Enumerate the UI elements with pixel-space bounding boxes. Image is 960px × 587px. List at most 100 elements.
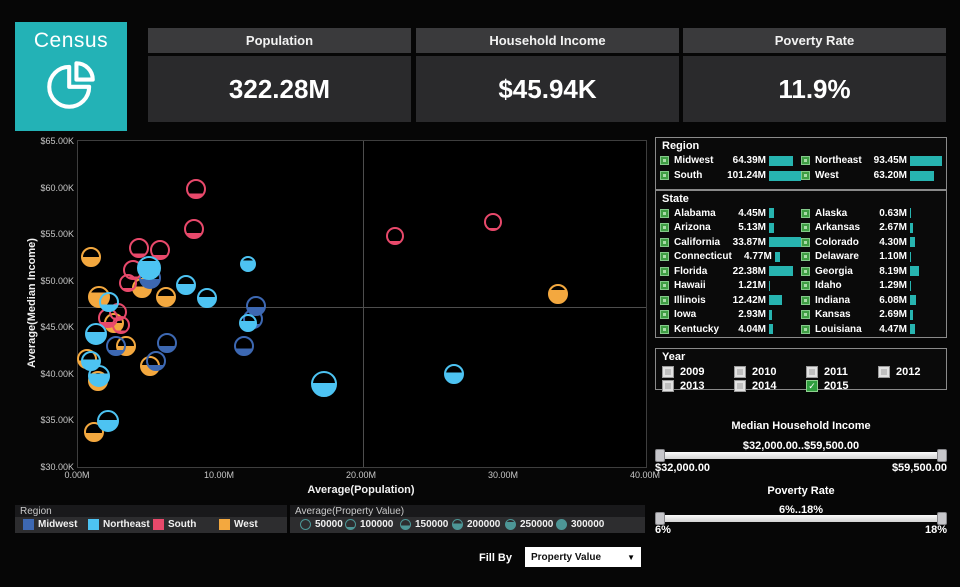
filter-item-florida[interactable]: Florida 22.38M: [660, 264, 801, 279]
checkbox-icon[interactable]: [801, 208, 810, 218]
legend-size-item-200000[interactable]: 200000: [452, 519, 500, 530]
filter-item-northeast[interactable]: Northeast 93.45M: [801, 153, 942, 168]
checkbox-icon[interactable]: [801, 295, 810, 305]
unchecked-checkbox-icon[interactable]: [662, 366, 674, 378]
scatter-point-south[interactable]: [111, 316, 130, 335]
checkbox-icon[interactable]: [660, 237, 669, 247]
checkbox-icon[interactable]: [801, 324, 810, 334]
filter-item-kentucky[interactable]: Kentucky 4.04M: [660, 322, 801, 337]
checkbox-icon[interactable]: [801, 156, 810, 165]
checkbox-icon[interactable]: [801, 171, 810, 180]
scatter-point-south[interactable]: [118, 273, 137, 292]
fill-by-dropdown[interactable]: Property Value ▼: [525, 547, 641, 567]
filter-item-louisiana[interactable]: Louisiana 4.47M: [801, 322, 942, 337]
income-slider-handle-right[interactable]: [937, 449, 947, 462]
scatter-point-south[interactable]: [483, 213, 502, 232]
year-checkbox-2015[interactable]: 2015: [806, 379, 878, 393]
income-slider-handle-left[interactable]: [655, 449, 665, 462]
legend-size-item-150000[interactable]: 150000: [400, 519, 448, 530]
scatter-point-northeast[interactable]: [85, 322, 108, 345]
checkbox-icon[interactable]: [660, 324, 669, 334]
poverty-slider-track[interactable]: [655, 512, 947, 525]
checkbox-icon[interactable]: [801, 310, 810, 320]
scatter-point-northeast[interactable]: [175, 275, 196, 296]
scatter-point-northeast[interactable]: [137, 255, 161, 280]
legend-size-item-300000[interactable]: 300000: [556, 519, 604, 530]
scatter-point-west[interactable]: [547, 283, 568, 304]
scatter-point-midwest[interactable]: [146, 350, 167, 371]
filter-item-colorado[interactable]: Colorado 4.30M: [801, 235, 942, 250]
scatter-point-midwest[interactable]: [157, 333, 178, 354]
scatter-point-south[interactable]: [129, 238, 150, 259]
filter-item-illinois[interactable]: Illinois 12.42M: [660, 293, 801, 308]
checkbox-icon[interactable]: [660, 281, 669, 291]
legend-item-west[interactable]: West: [219, 519, 258, 530]
checkbox-icon[interactable]: [660, 156, 669, 165]
unchecked-checkbox-icon[interactable]: [662, 380, 674, 392]
filter-item-alabama[interactable]: Alabama 4.45M: [660, 206, 801, 221]
filter-item-georgia[interactable]: Georgia 8.19M: [801, 264, 942, 279]
year-checkbox-2009[interactable]: 2009: [662, 365, 734, 379]
filter-item-arizona[interactable]: Arizona 5.13M: [660, 221, 801, 236]
year-checkbox-2011[interactable]: 2011: [806, 365, 878, 379]
scatter-point-northeast[interactable]: [239, 313, 258, 332]
scatter-point-northeast[interactable]: [197, 288, 218, 309]
legend-item-midwest[interactable]: Midwest: [23, 519, 77, 530]
checkbox-icon[interactable]: [660, 295, 669, 305]
scatter-point-midwest[interactable]: [234, 335, 255, 356]
year-checkbox-2012[interactable]: 2012: [878, 365, 950, 379]
scatter-point-northeast[interactable]: [240, 255, 257, 272]
scatter-point-northeast[interactable]: [88, 364, 111, 387]
filter-item-kansas[interactable]: Kansas 2.69M: [801, 308, 942, 323]
checkbox-icon[interactable]: [660, 223, 669, 233]
scatter-point-west[interactable]: [156, 287, 177, 308]
filter-value: 4.45M: [738, 207, 766, 219]
year-checkbox-2010[interactable]: 2010: [734, 365, 806, 379]
checkbox-icon[interactable]: [801, 281, 810, 291]
checkbox-icon[interactable]: [801, 266, 810, 276]
filter-item-indiana[interactable]: Indiana 6.08M: [801, 293, 942, 308]
filter-item-south[interactable]: South 101.24M: [660, 168, 801, 183]
legend-item-northeast[interactable]: Northeast: [88, 519, 150, 530]
scatter-point-northeast[interactable]: [96, 410, 119, 433]
checked-checkbox-icon[interactable]: [806, 380, 818, 392]
year-checkbox-2014[interactable]: 2014: [734, 379, 806, 393]
scatter-point-northeast[interactable]: [444, 363, 465, 384]
legend-size-item-250000[interactable]: 250000: [505, 519, 553, 530]
scatter-point-south[interactable]: [385, 227, 404, 245]
checkbox-icon[interactable]: [660, 266, 669, 276]
filter-item-midwest[interactable]: Midwest 64.39M: [660, 153, 801, 168]
checkbox-icon[interactable]: [801, 252, 810, 262]
scatter-point-west[interactable]: [80, 247, 101, 268]
dashboard: Census Population 322.28M Household Income…: [0, 0, 960, 587]
unchecked-checkbox-icon[interactable]: [734, 366, 746, 378]
unchecked-checkbox-icon[interactable]: [734, 380, 746, 392]
poverty-slider-max: 18%: [924, 524, 947, 536]
filter-item-delaware[interactable]: Delaware 1.10M: [801, 250, 942, 265]
filter-item-west[interactable]: West 63.20M: [801, 168, 942, 183]
filter-item-hawaii[interactable]: Hawaii 1.21M: [660, 279, 801, 294]
checkbox-icon[interactable]: [660, 171, 669, 180]
checkbox-icon[interactable]: [660, 208, 669, 218]
income-slider-track[interactable]: [655, 449, 947, 462]
unchecked-checkbox-icon[interactable]: [806, 366, 818, 378]
checkbox-icon[interactable]: [660, 252, 669, 262]
checkbox-icon[interactable]: [801, 223, 810, 233]
scatter-plot[interactable]: [76, 140, 647, 468]
unchecked-checkbox-icon[interactable]: [878, 366, 890, 378]
legend-item-south[interactable]: South: [153, 519, 196, 530]
filter-item-connecticut[interactable]: Connecticut 4.77M: [660, 250, 801, 265]
filter-item-idaho[interactable]: Idaho 1.29M: [801, 279, 942, 294]
scatter-point-south[interactable]: [184, 218, 205, 239]
legend-size-item-100000[interactable]: 100000: [345, 519, 393, 530]
filter-item-arkansas[interactable]: Arkansas 2.67M: [801, 221, 942, 236]
checkbox-icon[interactable]: [801, 237, 810, 247]
filter-item-california[interactable]: California 33.87M: [660, 235, 801, 250]
legend-size-item-50000[interactable]: 50000: [300, 519, 343, 530]
scatter-point-south[interactable]: [185, 179, 206, 200]
checkbox-icon[interactable]: [660, 310, 669, 320]
scatter-point-northeast[interactable]: [310, 371, 337, 398]
year-checkbox-2013[interactable]: 2013: [662, 379, 734, 393]
filter-item-alaska[interactable]: Alaska 0.63M: [801, 206, 942, 221]
filter-item-iowa[interactable]: Iowa 2.93M: [660, 308, 801, 323]
